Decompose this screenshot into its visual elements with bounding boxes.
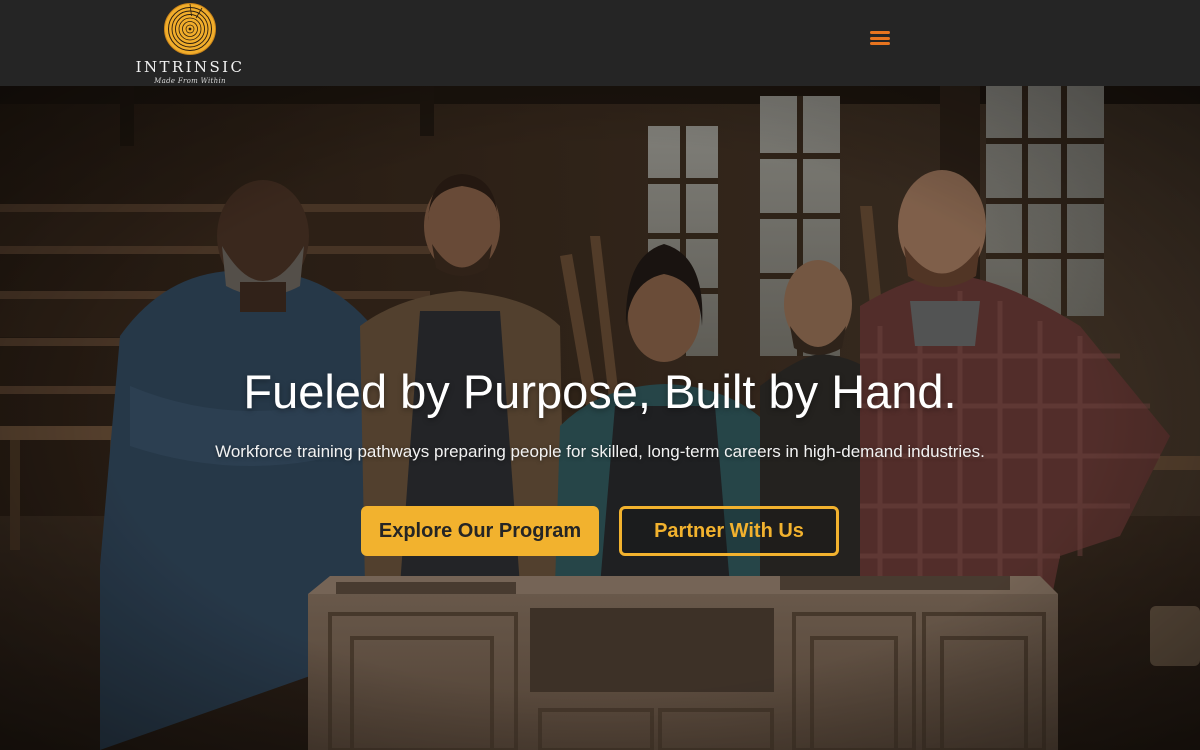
menu-bar <box>870 36 890 40</box>
brand-logo[interactable]: INTRINSIC Made From Within <box>135 2 245 86</box>
explore-program-button-label: Explore Our Program <box>378 519 582 542</box>
partner-with-us-button-label: Partner With Us <box>654 519 804 542</box>
tree-rings-logo-icon <box>164 3 216 55</box>
hamburger-menu-icon[interactable] <box>868 28 892 48</box>
site-header: INTRINSIC Made From Within <box>0 0 1200 86</box>
partner-with-us-button[interactable]: Partner With Us <box>619 506 839 556</box>
brand-tagline: Made From Within <box>154 77 226 85</box>
menu-bar <box>870 31 890 34</box>
hero-section: Fueled by Purpose, Built by Hand. Workfo… <box>0 86 1200 750</box>
explore-program-button[interactable]: Explore Our Program <box>361 506 599 556</box>
hero-title: Fueled by Purpose, Built by Hand. <box>243 365 957 418</box>
brand-name: INTRINSIC <box>135 58 245 76</box>
hero-subtitle: Workforce training pathways preparing pe… <box>215 442 985 461</box>
menu-bar <box>870 42 890 45</box>
